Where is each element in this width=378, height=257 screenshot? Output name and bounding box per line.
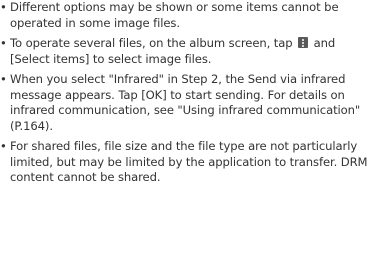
- note-item: • To operate several files, on the album…: [0, 36, 370, 67]
- note-text-before-icon: To operate several files, on the album s…: [10, 36, 297, 50]
- bullet: •: [0, 36, 7, 50]
- note-item: • When you select "Infrared" in Step 2, …: [0, 72, 370, 134]
- menu-icon: [298, 37, 309, 48]
- bullet: •: [0, 72, 7, 86]
- note-text: When you select "Infrared" in Step 2, th…: [10, 72, 361, 133]
- note-item: • Different options may be shown or some…: [0, 0, 370, 31]
- bullet: •: [0, 139, 7, 153]
- note-text: Different options may be shown or some i…: [10, 0, 339, 30]
- note-item: • For shared files, file size and the fi…: [0, 139, 370, 186]
- notes-list: • Different options may be shown or some…: [0, 0, 378, 186]
- note-text: For shared files, file size and the file…: [10, 139, 368, 184]
- bullet: •: [0, 0, 7, 14]
